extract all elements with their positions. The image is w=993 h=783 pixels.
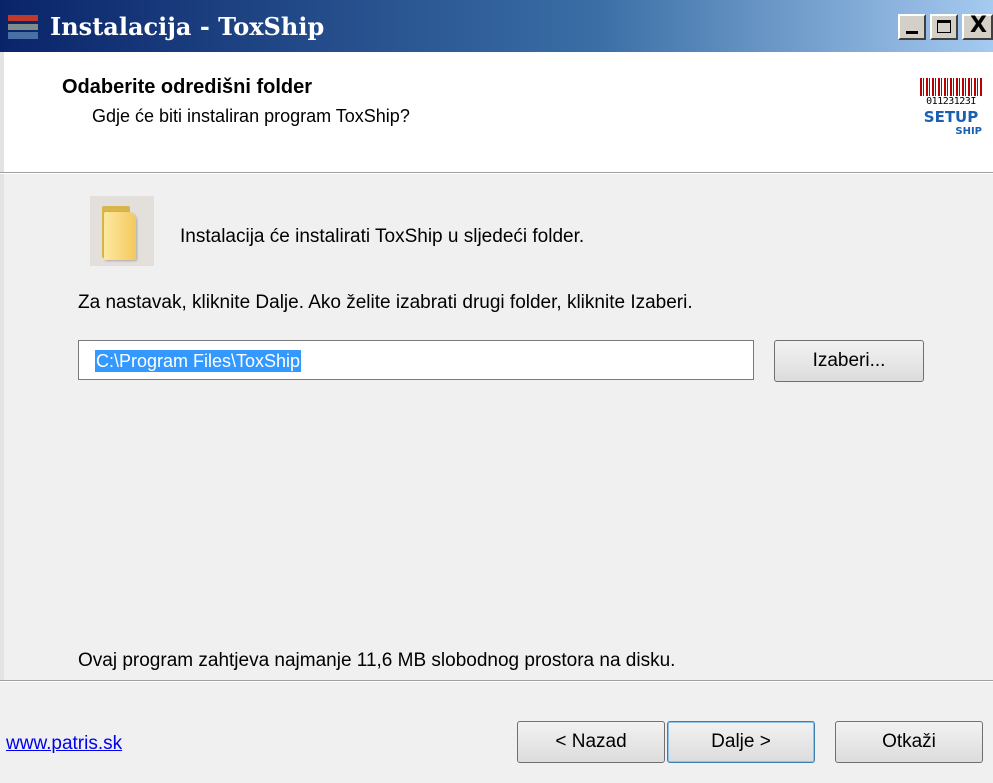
- setup-logo: 01123123I SETUP SHIP: [920, 78, 982, 150]
- logo-word: SETUP: [923, 108, 979, 126]
- barcode-graphic: [920, 78, 982, 96]
- maximize-button[interactable]: [930, 14, 958, 40]
- close-icon: X: [970, 13, 987, 38]
- left-edge: [0, 174, 4, 680]
- logo-digits: 01123123I: [926, 96, 976, 107]
- install-path-input[interactable]: C:\Program Files\ToxShip: [78, 340, 754, 380]
- instructions-text: Za nastavak, kliknite Dalje. Ako želite …: [78, 292, 693, 313]
- page-title: Odaberite odredišni folder: [62, 76, 313, 98]
- minimize-button[interactable]: [898, 14, 926, 40]
- cancel-button[interactable]: Otkaži: [835, 721, 983, 763]
- wizard-header: Odaberite odredišni folder Gdje će biti …: [0, 52, 993, 172]
- title-bar: Instalacija - ToxShip X: [0, 0, 993, 52]
- logo-sub: SHIP: [955, 126, 982, 137]
- page-subtitle: Gdje će biti instaliran program ToxShip?: [92, 106, 410, 126]
- maximize-icon: [937, 20, 951, 33]
- back-button[interactable]: < Nazad: [517, 721, 665, 763]
- window-title: Instalacija - ToxShip: [50, 12, 325, 41]
- next-button[interactable]: Dalje >: [667, 721, 815, 763]
- header-divider: [0, 172, 993, 174]
- browse-button[interactable]: Izaberi...: [774, 340, 924, 382]
- close-button[interactable]: X: [962, 14, 993, 40]
- minimize-icon: [906, 31, 918, 34]
- folder-icon: [90, 196, 154, 266]
- footer-divider: [0, 680, 993, 682]
- install-path-value[interactable]: C:\Program Files\ToxShip: [95, 350, 302, 372]
- intro-text: Instalacija će instalirati ToxShip u slj…: [180, 226, 585, 247]
- disk-space-text: Ovaj program zahtjeva najmanje 11,6 MB s…: [78, 650, 676, 671]
- app-icon: [8, 15, 38, 39]
- website-link[interactable]: www.patris.sk: [6, 733, 122, 755]
